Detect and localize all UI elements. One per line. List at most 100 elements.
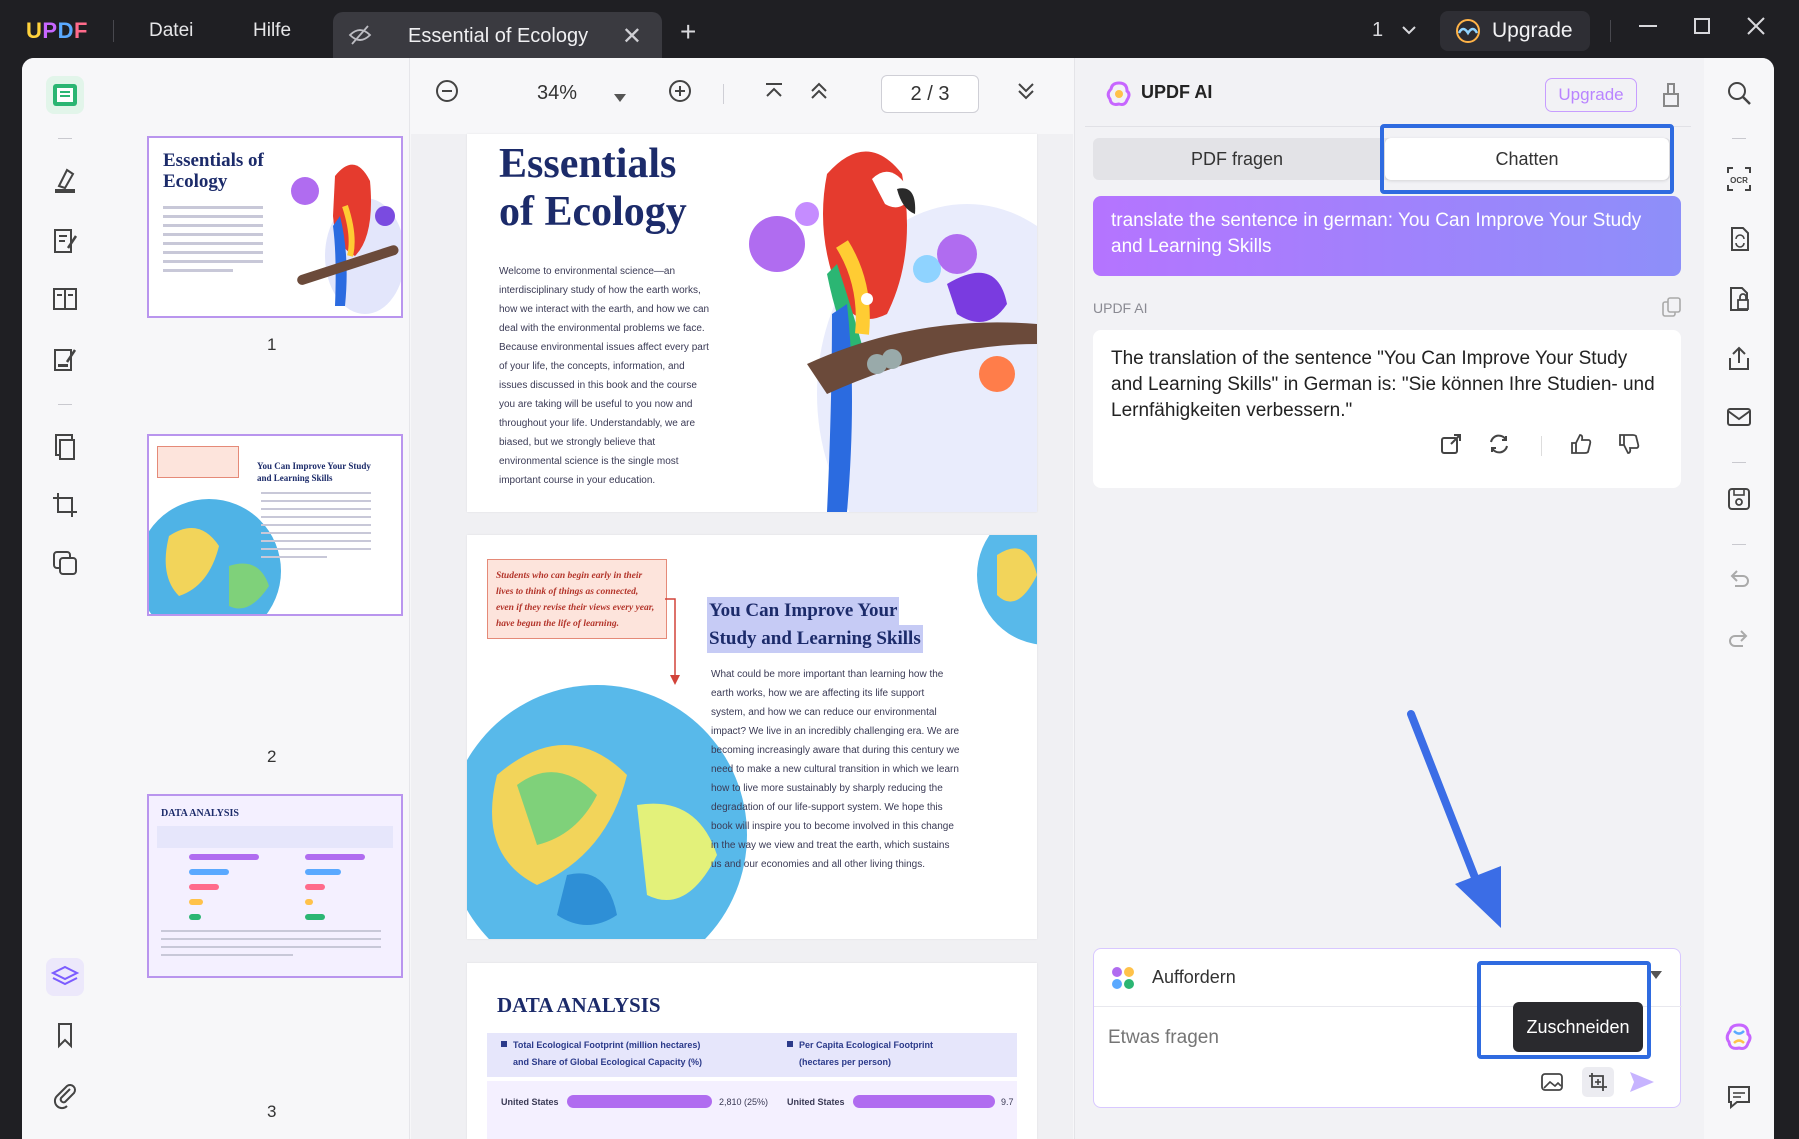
search-icon[interactable] — [1724, 78, 1754, 108]
new-tab-icon[interactable]: + — [680, 16, 696, 48]
ai-upgrade-button[interactable]: Upgrade — [1545, 78, 1637, 112]
regenerate-icon[interactable] — [1487, 432, 1511, 462]
window-counter[interactable]: 1 — [1372, 19, 1417, 42]
organize-pages-icon[interactable] — [48, 430, 82, 464]
thumbs-down-icon[interactable] — [1617, 432, 1641, 462]
ask-input[interactable] — [1108, 1027, 1488, 1049]
row-label: United States — [787, 1097, 845, 1107]
divider — [1732, 544, 1746, 545]
menu-help[interactable]: Hilfe — [253, 20, 291, 42]
thumbnail-page-2[interactable]: You Can Improve Your Study and Learning … — [147, 434, 403, 616]
export-icon[interactable] — [1439, 432, 1463, 462]
thumbs-up-icon[interactable] — [1569, 432, 1593, 462]
page-title-line: Essentials — [499, 141, 677, 187]
thumb-text-lines — [163, 206, 263, 272]
thumbnail-page-1[interactable]: Essentials of Ecology — [147, 136, 403, 318]
highlight-box-crop — [1477, 961, 1651, 1059]
prompt-dots-icon — [1110, 965, 1136, 996]
legend-line: Per Capita Ecological Footprint — [799, 1040, 934, 1050]
share-icon[interactable] — [1724, 344, 1754, 374]
zoom-out-icon[interactable] — [434, 78, 460, 110]
annotation-arrow — [1407, 710, 1501, 928]
thumb-title: You Can Improve Your Study and Learning … — [257, 461, 371, 483]
edit-pdf-icon[interactable] — [48, 224, 82, 258]
updf-ai-logo-icon — [1105, 80, 1133, 113]
thumbnail-number: 1 — [267, 335, 277, 354]
save-icon[interactable] — [1724, 484, 1754, 514]
layers-icon[interactable] — [46, 958, 84, 996]
thumb-callout — [157, 446, 239, 478]
thumb-text-lines — [261, 492, 371, 558]
protect-icon[interactable] — [1724, 284, 1754, 314]
highlighter-icon[interactable] — [48, 164, 82, 198]
row-label: United States — [501, 1097, 559, 1107]
thumb-title: DATA ANALYSIS — [161, 808, 239, 819]
previous-page-icon[interactable] — [806, 78, 832, 110]
clean-icon[interactable] — [1661, 82, 1681, 113]
undo-icon[interactable] — [1724, 564, 1754, 594]
ocr-icon[interactable]: OCR — [1724, 164, 1754, 194]
highlighted-heading-line: Study and Learning Skills — [707, 625, 923, 653]
bar-right-value: 9.7 — [1001, 1097, 1014, 1107]
crop-pages-icon[interactable] — [48, 488, 82, 522]
user-message: translate the sentence in german: You Ca… — [1093, 196, 1681, 276]
convert-icon[interactable] — [1724, 224, 1754, 254]
thumbnail-panel: Essentials of Ecology 1 You Can Improve … — [108, 58, 410, 1139]
legend-text: Total Ecological Footprint (million hect… — [513, 1037, 702, 1071]
thumbnail-page-3[interactable]: DATA ANALYSIS — [147, 794, 403, 978]
email-icon[interactable] — [1724, 402, 1754, 432]
minimize-icon[interactable] — [1636, 14, 1660, 45]
comment-icon[interactable] — [1724, 1082, 1754, 1112]
updf-ai-icon[interactable] — [1724, 1022, 1754, 1052]
chevron-down-icon[interactable] — [1649, 967, 1663, 983]
thumb-legend-band — [157, 826, 393, 848]
close-tab-icon[interactable]: ✕ — [622, 22, 642, 51]
document-tab-title: Essential of Ecology — [408, 25, 589, 47]
bookmark-icon[interactable] — [48, 1018, 82, 1052]
close-window-icon[interactable] — [1744, 14, 1768, 45]
send-icon[interactable] — [1628, 1069, 1656, 1100]
divider — [723, 84, 724, 104]
tools-icon[interactable] — [48, 546, 82, 580]
reader-icon[interactable] — [46, 76, 84, 114]
page-number-input[interactable]: 2 / 3 — [881, 75, 979, 113]
parrot-illustration — [749, 151, 1037, 512]
redo-icon[interactable] — [1724, 624, 1754, 654]
divider — [1732, 462, 1746, 463]
document-tab[interactable]: Essential of Ecology ✕ — [333, 12, 662, 62]
divider — [1610, 20, 1611, 42]
tab-pdf-fragen[interactable]: PDF fragen — [1093, 138, 1381, 180]
copy-icon[interactable] — [1661, 296, 1683, 323]
assistant-label: UPDF AI — [1093, 300, 1148, 316]
pdf-page-2: Students who can begin early in their li… — [467, 535, 1037, 939]
page-body-text: What could be more important than learni… — [711, 669, 960, 870]
zoom-in-icon[interactable] — [667, 78, 693, 110]
page-title-line: of Ecology — [499, 189, 687, 235]
attachment-icon[interactable] — [48, 1078, 82, 1112]
page-layout-icon[interactable] — [48, 282, 82, 316]
form-edit-icon[interactable] — [48, 342, 82, 376]
first-page-icon[interactable] — [761, 78, 787, 110]
divider — [58, 138, 72, 139]
pdf-page-1: Essentials of Ecology Welcome to environ… — [467, 134, 1037, 512]
menu-file[interactable]: Datei — [149, 20, 193, 42]
zoom-dropdown-icon[interactable] — [613, 86, 627, 109]
image-upload-icon[interactable] — [1540, 1071, 1564, 1098]
legend-line: (hectares per person) — [799, 1057, 892, 1067]
maximize-icon[interactable] — [1690, 14, 1714, 45]
crop-screenshot-button[interactable] — [1582, 1067, 1614, 1097]
divider — [1732, 138, 1746, 139]
ai-panel: UPDF AI Upgrade PDF fragen Chatten trans… — [1074, 58, 1704, 1139]
legend-text: Per Capita Ecological Footprint (hectare… — [799, 1037, 933, 1071]
next-page-icon[interactable] — [1013, 78, 1039, 110]
document-viewer[interactable]: 34% 2 / 3 Essentials of Ecology Welcome … — [411, 58, 1073, 1139]
page-title: DATA ANALYSIS — [497, 993, 661, 1017]
upgrade-button[interactable]: Upgrade — [1440, 11, 1590, 51]
chevron-down-icon — [1401, 19, 1417, 41]
title-bar: UPDF Datei Hilfe Essential of Ecology ✕ … — [0, 0, 1799, 62]
zoom-level[interactable]: 34% — [537, 82, 577, 105]
crop-icon — [1589, 1073, 1607, 1091]
bar-left-value: 2,810 (25%) — [719, 1097, 769, 1107]
app-window: Essentials of Ecology 1 You Can Improve … — [22, 58, 1774, 1139]
upgrade-badge-icon — [1452, 19, 1484, 49]
